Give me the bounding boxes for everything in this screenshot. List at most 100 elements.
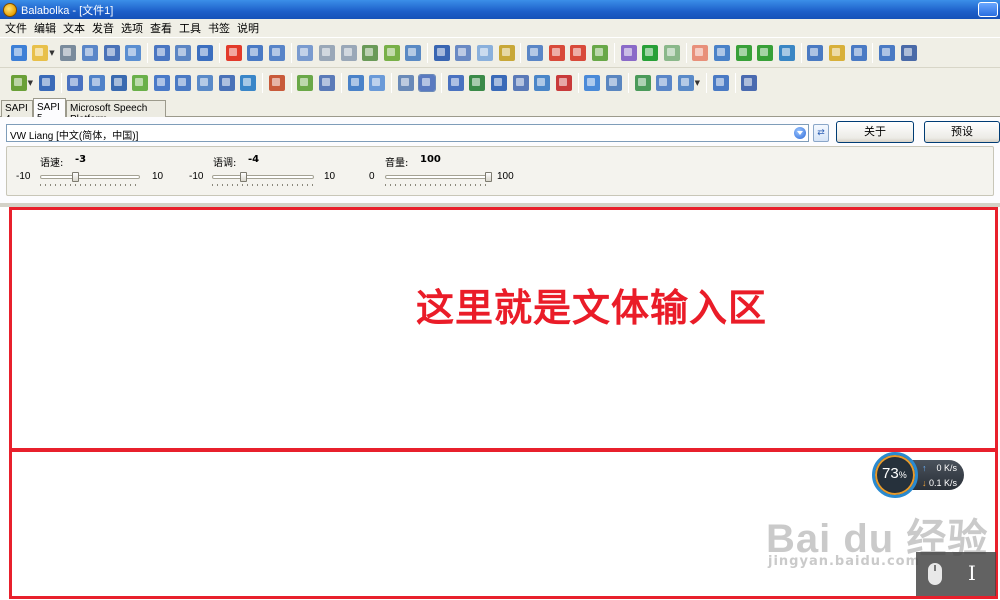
- tab-ms-speech-platform[interactable]: Microsoft Speech Platform: [66, 100, 166, 125]
- voice-select[interactable]: VW Liang [中文(简体，中国)]: [6, 124, 809, 142]
- toolbar1-button-31[interactable]: [714, 44, 730, 61]
- toolbar1-button-8[interactable]: [175, 44, 192, 61]
- toolbar1-button-16[interactable]: [362, 44, 379, 61]
- toolbar1-button-38[interactable]: [879, 44, 896, 61]
- volume-slider[interactable]: [385, 172, 492, 186]
- refresh-voices-button[interactable]: ⇄: [813, 124, 829, 142]
- toolbar1-button-22[interactable]: [498, 44, 515, 61]
- toolbar1-button-14[interactable]: [318, 44, 335, 61]
- toolbar2-button-24[interactable]: [555, 74, 572, 91]
- toolbar2-button-3[interactable]: [67, 74, 84, 91]
- menu-tools[interactable]: 工具: [177, 20, 206, 36]
- toolbar2-button-26[interactable]: [606, 74, 623, 91]
- toolbar1-button-25[interactable]: [570, 44, 587, 61]
- toolbar-separator: [441, 72, 443, 93]
- toolbar1-button-4[interactable]: [81, 44, 98, 61]
- toolbar2-button-6[interactable]: [132, 74, 149, 91]
- volume-slider-thumb[interactable]: [485, 172, 492, 182]
- toolbar1-button-26[interactable]: [592, 44, 609, 61]
- toolbar2-button-29[interactable]: [677, 74, 694, 91]
- window-control-button[interactable]: [978, 2, 998, 17]
- toolbar-separator: [872, 42, 874, 63]
- toolbar1-button-20[interactable]: [455, 44, 472, 61]
- menu-text[interactable]: 文本: [61, 20, 90, 36]
- toolbar2-button-17[interactable]: [397, 74, 414, 91]
- toolbar1-button-21[interactable]: [477, 44, 494, 61]
- menu-help[interactable]: 说明: [235, 20, 264, 36]
- tab-sapi4[interactable]: SAPI 4: [1, 100, 33, 125]
- toolbar1-button-30[interactable]: [692, 44, 709, 61]
- toolbar2-button-10[interactable]: [218, 74, 235, 91]
- toolbar1-button-2[interactable]: [32, 44, 49, 61]
- toolbar1-button-18[interactable]: [405, 44, 422, 61]
- toolbar1-button-27[interactable]: [620, 44, 637, 61]
- toolbar1-button-6[interactable]: [125, 44, 142, 61]
- toolbar2-button-20[interactable]: [469, 74, 486, 91]
- toolbar2-button-16[interactable]: [369, 74, 386, 91]
- toolbar2-button-2[interactable]: [38, 74, 55, 91]
- toolbar1-button-35[interactable]: [807, 44, 824, 61]
- rate-slider[interactable]: [40, 172, 140, 186]
- toolbar2-button-7[interactable]: [153, 74, 170, 91]
- rate-slider-thumb[interactable]: [72, 172, 79, 182]
- menu-speech[interactable]: 发音: [90, 20, 119, 36]
- toolbar2-button-19[interactable]: [447, 74, 464, 91]
- toolbar1-button-23[interactable]: [527, 44, 544, 61]
- toolbar1-button-11[interactable]: [247, 44, 264, 61]
- toolbar1-button-19[interactable]: [433, 44, 450, 61]
- toolbar1-button-17[interactable]: [383, 44, 400, 61]
- pitch-slider[interactable]: [212, 172, 314, 186]
- toolbar2-button-1[interactable]: [10, 74, 27, 91]
- toolbar1-button-7[interactable]: [153, 44, 170, 61]
- toolbar2-button-5[interactable]: [110, 74, 127, 91]
- toolbar1-button-37[interactable]: [850, 44, 867, 61]
- toolbar1-button-34[interactable]: [778, 44, 795, 61]
- toolbar2-button-23[interactable]: [534, 74, 551, 91]
- pitch-slider-thumb[interactable]: [239, 172, 247, 182]
- toolbar1-button-9[interactable]: [196, 44, 213, 61]
- toolbar1-button-10[interactable]: [225, 44, 242, 61]
- menu-view[interactable]: 查看: [148, 20, 177, 36]
- toolbar1-button-33[interactable]: [757, 44, 774, 61]
- toolbar1-button-5[interactable]: [103, 44, 120, 61]
- chevron-down-icon[interactable]: ▼: [49, 49, 54, 57]
- chevron-down-icon[interactable]: ▼: [28, 79, 33, 87]
- toolbar1-button-13[interactable]: [297, 44, 314, 61]
- toolbar2-button-21[interactable]: [491, 74, 508, 91]
- toolbar2-button-11[interactable]: [240, 74, 257, 91]
- toolbar1-button-3[interactable]: [60, 44, 77, 61]
- about-button[interactable]: 关于: [836, 121, 914, 143]
- chevron-down-icon[interactable]: ▼: [695, 79, 700, 87]
- toolbar2-button-9[interactable]: [196, 74, 213, 91]
- toolbar2-button-25[interactable]: [584, 74, 601, 91]
- toolbar2-button-31[interactable]: [741, 74, 758, 91]
- menu-edit[interactable]: 编辑: [32, 20, 61, 36]
- toolbar2-button-30[interactable]: [712, 74, 729, 91]
- toolbar2-button-4[interactable]: [88, 74, 105, 91]
- toolbar1-button-24[interactable]: [548, 44, 565, 61]
- toolbar2-button-8[interactable]: [175, 74, 192, 91]
- network-speed-widget[interactable]: 73% ↑ 0 K/s ↓ 0.1 K/s: [872, 452, 964, 498]
- toolbar2-button-13[interactable]: [297, 74, 314, 91]
- preset-button[interactable]: 预设: [924, 121, 1000, 143]
- toolbar2-button-15[interactable]: [347, 74, 364, 91]
- toolbar1-button-12[interactable]: [268, 44, 285, 61]
- menu-options[interactable]: 选项: [119, 20, 148, 36]
- toolbar2-button-22[interactable]: [512, 74, 529, 91]
- toolbar1-button-15[interactable]: [340, 44, 357, 61]
- toolbar1-button-28[interactable]: [642, 44, 659, 61]
- menu-file[interactable]: 文件: [3, 20, 32, 36]
- toolbar1-button-1[interactable]: [10, 44, 27, 61]
- toolbar2-button-14[interactable]: [318, 74, 335, 91]
- tab-sapi5[interactable]: SAPI 5: [33, 98, 66, 124]
- toolbar1-button-32[interactable]: [735, 44, 752, 61]
- toolbar1-button-39[interactable]: [900, 44, 917, 61]
- toolbar2-button-27[interactable]: [634, 74, 651, 91]
- chevron-down-icon[interactable]: [794, 127, 806, 139]
- toolbar2-button-18[interactable]: [418, 73, 437, 92]
- menu-bookmarks[interactable]: 书签: [206, 20, 235, 36]
- toolbar1-button-36[interactable]: [828, 44, 845, 61]
- toolbar2-button-12[interactable]: [268, 74, 285, 91]
- toolbar2-button-28[interactable]: [656, 74, 673, 91]
- toolbar1-button-29[interactable]: [663, 44, 680, 61]
